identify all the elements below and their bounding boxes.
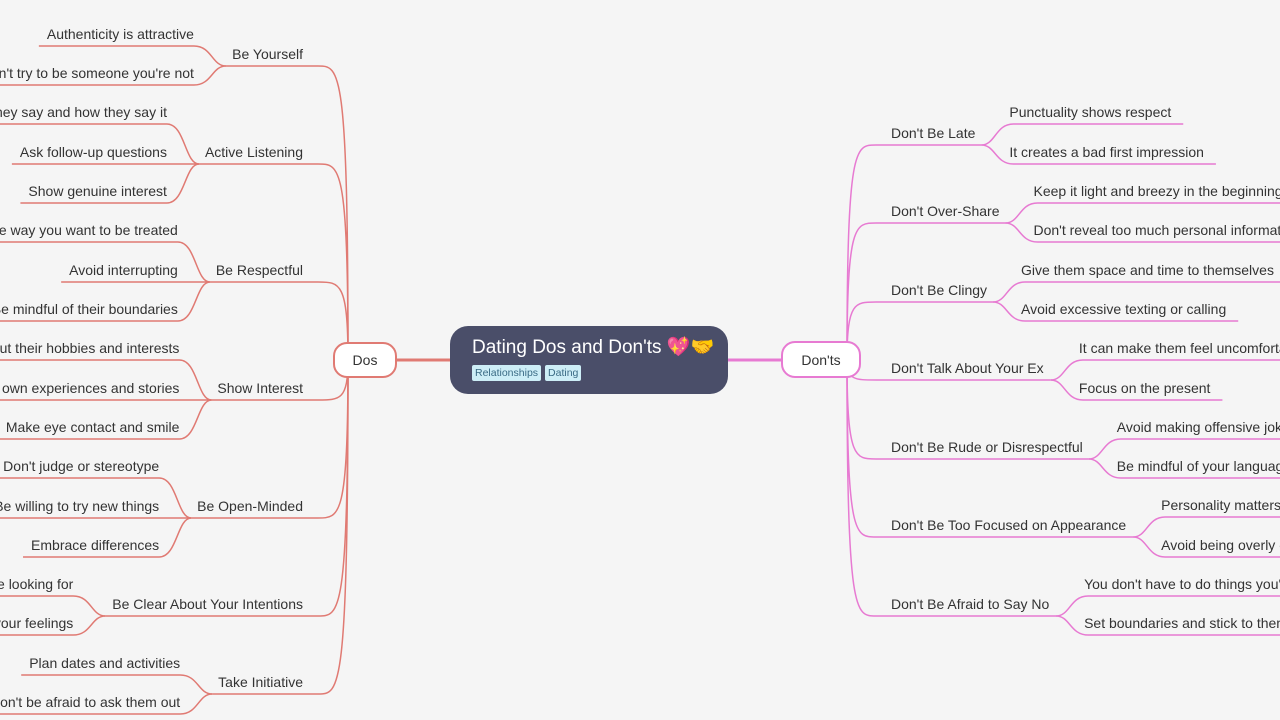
dos-leaf-line [38, 45, 227, 67]
dos-leaf[interactable]: Don't be afraid to ask them out [0, 693, 180, 711]
donts-branch-3[interactable]: Don't Talk About Your Ex [891, 359, 1044, 377]
dos-leaf-line [0, 595, 106, 617]
dos-branch-line [212, 359, 349, 695]
dos-leaf[interactable]: Don't judge or stereotype [3, 457, 159, 475]
dos-leaf[interactable]: Be mindful of their boundaries [0, 300, 178, 318]
donts-branch-2[interactable]: Don't Be Clingy [891, 281, 987, 299]
donts-leaf[interactable]: Keep it light and breezy in the beginnin… [1033, 182, 1280, 200]
dos-branch-line [209, 281, 349, 361]
dos-leaf[interactable]: Show genuine interest [28, 182, 167, 200]
donts-leaf-line [1050, 359, 1280, 381]
dos-branch-line [105, 359, 349, 617]
donts-leaf[interactable]: Focus on the present [1079, 379, 1211, 397]
dos-branch-0[interactable]: Be Yourself [232, 45, 303, 63]
donts-leaf[interactable]: It creates a bad first impression [1009, 143, 1204, 161]
dos-leaf[interactable]: Communicate your feelings [0, 614, 73, 632]
dos-leaf[interactable]: Embrace differences [31, 536, 159, 554]
dos-branch-1[interactable]: Active Listening [205, 143, 303, 161]
dos-leaf[interactable]: Pay attention to what they say and how t… [0, 103, 167, 121]
donts-leaf[interactable]: Avoid being overly critical [1161, 536, 1280, 554]
donts-branch-line [846, 144, 982, 361]
donts-leaf-line [1005, 202, 1280, 224]
donts-leaf[interactable]: Avoid excessive texting or calling [1021, 300, 1226, 318]
dos-leaf[interactable]: Treat them the way you want to be treate… [0, 221, 178, 239]
donts-branch-line [846, 301, 994, 361]
dos-branch-5[interactable]: Be Clear About Your Intentions [112, 595, 303, 613]
dos-leaf[interactable]: Don't try to be someone you're not [0, 64, 194, 82]
dos-branch-3[interactable]: Show Interest [217, 379, 303, 397]
dos-branch-line [225, 65, 349, 361]
dos-leaf[interactable]: Make eye contact and smile [6, 418, 180, 436]
dos-leaf[interactable]: Authenticity is attractive [47, 25, 194, 43]
donts-node[interactable]: Don'ts [781, 341, 861, 378]
donts-leaf-line [1055, 595, 1280, 617]
donts-leaf[interactable]: Set boundaries and stick to them [1084, 614, 1280, 632]
root-tags: Relationships Dating [472, 365, 728, 381]
tag-relationships[interactable]: Relationships [472, 365, 542, 381]
dos-leaf[interactable]: Ask follow-up questions [20, 143, 167, 161]
donts-branch-line [846, 359, 1057, 617]
dos-branch-4[interactable]: Be Open-Minded [197, 497, 303, 515]
root-topic[interactable]: Dating Dos and Don'ts 💖🤝 Relationships D… [450, 326, 728, 394]
dos-leaf-line [21, 674, 213, 695]
donts-branch-4[interactable]: Don't Be Rude or Disrespectful [891, 438, 1083, 456]
dos-branch-6[interactable]: Take Initiative [218, 673, 303, 691]
donts-leaf-line [1133, 516, 1280, 538]
donts-branch-5[interactable]: Don't Be Too Focused on Appearance [891, 516, 1126, 534]
donts-leaf[interactable]: Give them space and time to themselves [1021, 261, 1274, 279]
dos-leaf[interactable]: Ask about their hobbies and interests [0, 339, 179, 357]
dos-leaf[interactable]: Plan dates and activities [29, 654, 180, 672]
donts-leaf[interactable]: It can make them feel uncomfortable [1079, 339, 1280, 357]
donts-leaf-line [981, 123, 1184, 146]
donts-leaf-line [1088, 438, 1280, 460]
donts-leaf[interactable]: Personality matters [1161, 496, 1280, 514]
dos-leaf[interactable]: Be willing to try new things [0, 497, 159, 515]
donts-leaf[interactable]: Be mindful of your language [1117, 457, 1280, 475]
donts-leaf[interactable]: Don't reveal too much personal informati… [1033, 221, 1280, 239]
dos-branch-2[interactable]: Be Respectful [216, 261, 303, 279]
donts-leaf[interactable]: Punctuality shows respect [1009, 103, 1171, 121]
donts-branch-6[interactable]: Don't Be Afraid to Say No [891, 595, 1049, 613]
donts-leaf[interactable]: You don't have to do things you're uncom… [1084, 575, 1280, 593]
donts-branch-0[interactable]: Don't Be Late [891, 124, 975, 142]
dos-leaf[interactable]: Be honest about what you're looking for [0, 575, 73, 593]
dos-leaf[interactable]: Share your own experiences and stories [0, 379, 179, 397]
tag-dating[interactable]: Dating [545, 365, 582, 381]
donts-leaf[interactable]: Avoid making offensive jokes [1117, 418, 1280, 436]
donts-branch-1[interactable]: Don't Over-Share [891, 202, 1000, 220]
dos-node[interactable]: Dos [333, 342, 397, 378]
dos-leaf[interactable]: Avoid interrupting [69, 261, 178, 279]
root-title: Dating Dos and Don'ts 💖🤝 [472, 337, 715, 358]
donts-leaf-line [992, 281, 1280, 303]
